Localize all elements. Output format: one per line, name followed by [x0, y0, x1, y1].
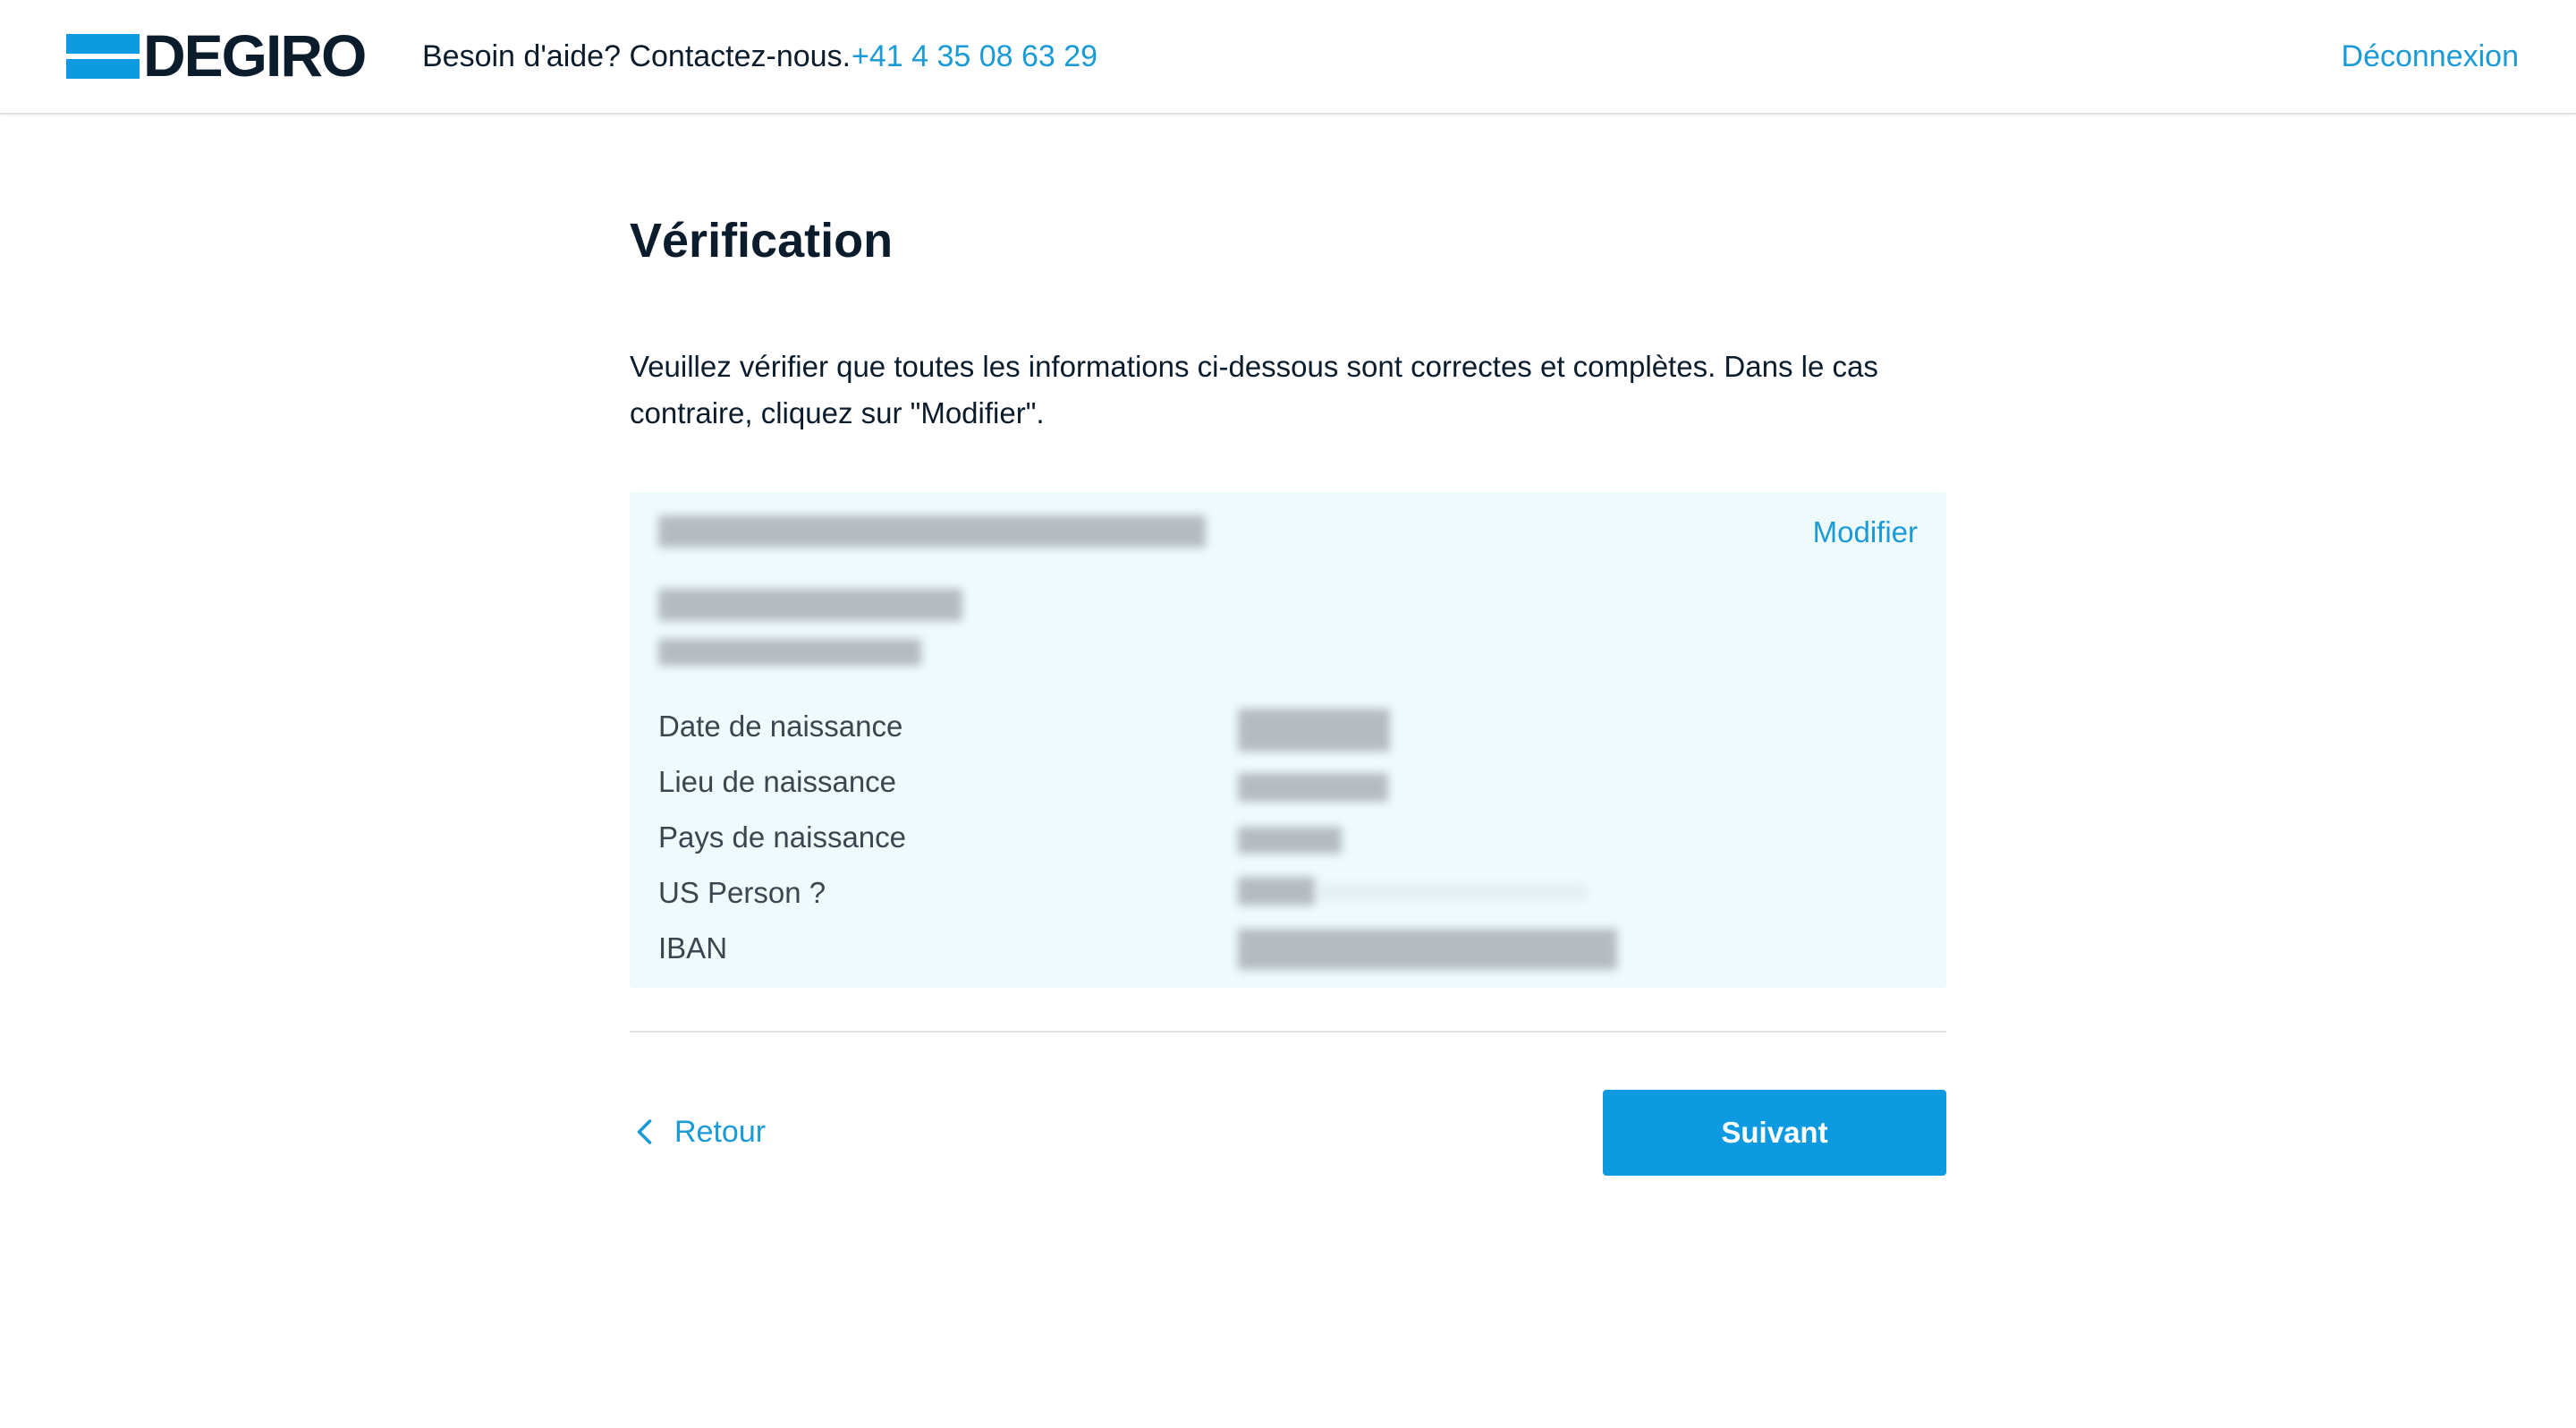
redacted-address-line-1	[658, 589, 962, 621]
phone-link[interactable]: +41 4 35 08 63 29	[852, 36, 1097, 77]
help-text: Besoin d'aide? Contactez-nous.	[422, 39, 852, 73]
back-link[interactable]: Retour	[630, 1109, 766, 1154]
logo-mark-icon	[66, 32, 140, 79]
next-button[interactable]: Suivant	[1603, 1090, 1946, 1176]
back-label: Retour	[674, 1114, 767, 1149]
redacted-place-of-birth	[1238, 773, 1388, 802]
chevron-left-icon	[637, 1119, 652, 1144]
modify-link[interactable]: Modifier	[1813, 512, 1918, 553]
page-title: Vérification	[630, 214, 894, 268]
divider	[630, 1031, 1946, 1033]
top-header: DEGIRO Besoin d'aide? Contactez-nous. +4…	[0, 0, 2576, 115]
redacted-name	[658, 515, 1206, 548]
label-us-person: US Person ?	[658, 876, 826, 909]
logo-text: DEGIRO	[143, 22, 367, 89]
degiro-logo[interactable]: DEGIRO	[66, 22, 367, 89]
logout-link[interactable]: Déconnexion	[2342, 36, 2519, 77]
redacted-us-person	[1238, 877, 1315, 905]
redacted-date-of-birth	[1238, 709, 1390, 752]
label-country-of-birth: Pays de naissance	[658, 820, 907, 854]
verification-card: Modifier Date de naissance Lieu de naiss…	[630, 492, 1946, 988]
redacted-iban	[1238, 929, 1617, 970]
label-date-of-birth: Date de naissance	[658, 710, 903, 743]
page: DEGIRO Besoin d'aide? Contactez-nous. +4…	[0, 0, 2576, 1428]
redacted-country-of-birth	[1238, 827, 1342, 854]
redacted-address-line-2	[658, 639, 921, 666]
redacted-us-person-extra	[1318, 884, 1587, 900]
label-place-of-birth: Lieu de naissance	[658, 765, 897, 798]
label-iban: IBAN	[658, 931, 728, 965]
intro-text: Veuillez vérifier que toutes les informa…	[630, 350, 1878, 429]
